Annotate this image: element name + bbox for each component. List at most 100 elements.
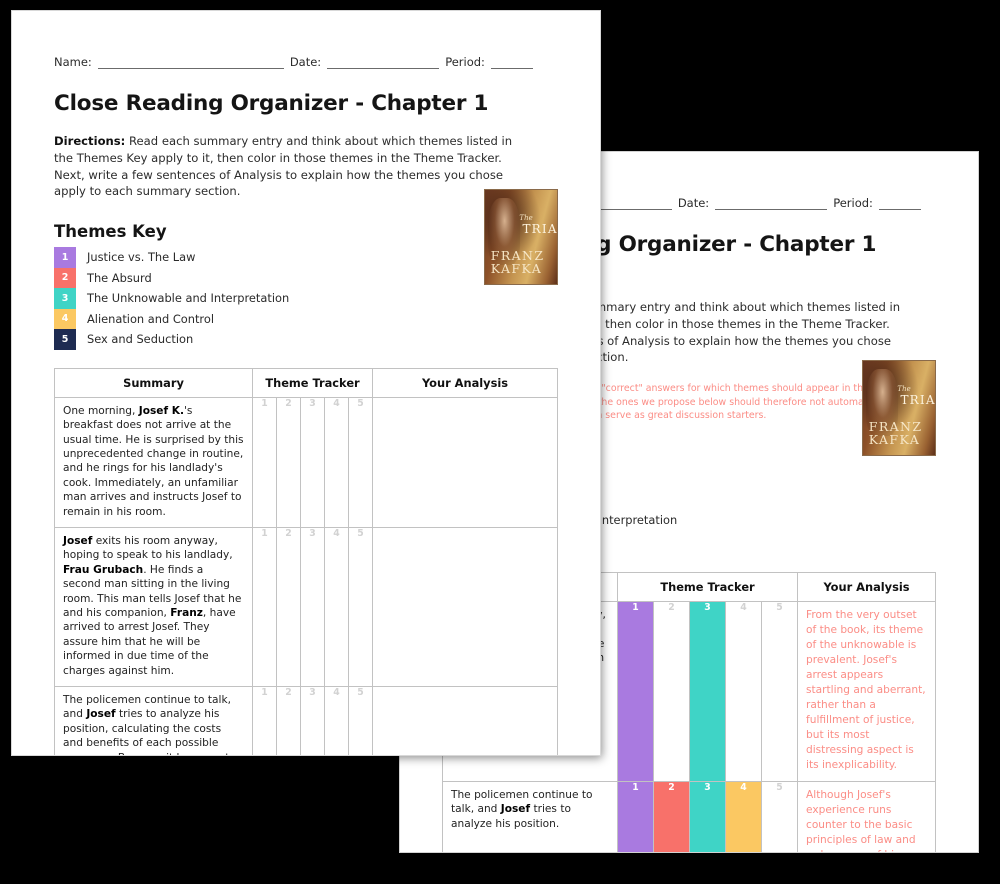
- sample-theme-number-5: 5: [776, 601, 783, 613]
- main-id-line: Name: Date: Period:: [54, 11, 558, 69]
- name-blank[interactable]: [97, 58, 284, 69]
- main-directions-label: Directions:: [54, 134, 126, 148]
- period-blank[interactable]: [878, 199, 921, 210]
- main-organizer-table: Summary Theme Tracker Your Analysis One …: [54, 367, 558, 755]
- sample-theme-number-3: 3: [704, 782, 711, 794]
- main-theme-number-2: 2: [285, 687, 292, 698]
- main-theme-label-4: Alienation and Control: [87, 311, 214, 326]
- main-theme-chip-1: 1: [54, 247, 76, 268]
- main-theme-tracker-cell-2[interactable]: 2: [276, 396, 301, 528]
- main-theme-tracker-cell-3[interactable]: 3: [300, 396, 325, 528]
- sample-theme-tracker-cell-3[interactable]: 3: [689, 600, 726, 783]
- main-theme-number-4: 4: [333, 687, 340, 698]
- sample-theme-number-4: 4: [740, 601, 747, 613]
- header-your-analysis: Your Analysis: [372, 367, 558, 398]
- sample-summary-cell: The policemen continue to talk, and Jose…: [442, 781, 618, 852]
- main-theme-number-1: 1: [261, 397, 268, 409]
- main-directions: Directions: Read each summary entry and …: [54, 133, 529, 200]
- sample-theme-tracker-cell-2[interactable]: 2: [653, 600, 690, 783]
- main-theme-chip-5: 5: [54, 329, 76, 350]
- main-summary-cell: One morning, Josef K.'s breakfast does n…: [54, 396, 253, 528]
- main-theme-tracker-cell-1[interactable]: 1: [252, 526, 277, 688]
- period-blank[interactable]: [490, 58, 533, 69]
- period-label: Period:: [445, 55, 485, 69]
- main-theme-tracker-cell-5[interactable]: 5: [348, 396, 373, 528]
- main-theme-tracker-cell-1[interactable]: 1: [252, 686, 277, 755]
- sample-theme-number-1: 1: [632, 601, 639, 613]
- header-theme-tracker: Theme Tracker: [252, 367, 373, 398]
- sample-theme-tracker-cell-1[interactable]: 1: [617, 600, 654, 783]
- sample-theme-tracker-cell-3[interactable]: 3: [689, 781, 726, 852]
- main-analysis-cell[interactable]: [372, 396, 558, 528]
- sample-theme-number-2: 2: [668, 782, 675, 794]
- main-theme-label-1: Justice vs. The Law: [87, 250, 196, 265]
- sample-theme-tracker-cell-2[interactable]: 2: [653, 781, 690, 852]
- sample-theme-fill-3: [690, 601, 725, 782]
- main-theme-row-2: 2 The Absurd: [54, 267, 558, 289]
- main-themes-key-heading: Themes Key: [54, 222, 167, 242]
- main-theme-row-4: 4 Alienation and Control: [54, 308, 558, 330]
- main-theme-number-4: 4: [333, 397, 340, 409]
- main-theme-chip-2: 2: [54, 267, 76, 289]
- main-theme-number-5: 5: [357, 397, 364, 409]
- sample-analysis-cell[interactable]: From the very outset of the book, its th…: [797, 600, 936, 783]
- date-label: Date:: [289, 55, 322, 69]
- main-theme-number-5: 5: [357, 527, 364, 539]
- main-analysis-cell[interactable]: [372, 686, 558, 755]
- main-theme-tracker-cell-2[interactable]: 2: [276, 686, 301, 755]
- header-your-analysis: Your Analysis: [797, 571, 936, 602]
- main-table-row: One morning, Josef K.'s breakfast does n…: [54, 396, 558, 528]
- main-table-header-row: Summary Theme Tracker Your Analysis: [54, 367, 558, 398]
- main-theme-number-2: 2: [285, 397, 292, 409]
- sample-theme-tracker-cell-5[interactable]: 5: [761, 600, 798, 783]
- date-blank[interactable]: [715, 199, 828, 210]
- name-label: Name:: [54, 55, 92, 69]
- sample-theme-number-5: 5: [776, 782, 783, 794]
- sample-theme-tracker-cell-5[interactable]: 5: [761, 781, 798, 852]
- main-theme-number-2: 2: [285, 527, 292, 539]
- main-theme-number-3: 3: [309, 687, 316, 698]
- sample-theme-fill-1: [618, 601, 653, 782]
- header-summary: Summary: [54, 367, 253, 398]
- main-theme-tracker-cell-1[interactable]: 1: [252, 396, 277, 528]
- main-theme-tracker-cell-3[interactable]: 3: [300, 526, 325, 688]
- main-theme-label-5: Sex and Seduction: [87, 332, 194, 347]
- date-label: Date:: [677, 196, 710, 210]
- date-blank[interactable]: [327, 58, 440, 69]
- main-book-cover-image: The TRIAL FRANZ KAFKA: [484, 189, 558, 285]
- main-table-row: The policemen continue to talk, and Jose…: [54, 686, 558, 755]
- main-theme-tracker-cell-5[interactable]: 5: [348, 686, 373, 755]
- book-author-line-2: KAFKA: [490, 260, 543, 276]
- header-theme-tracker: Theme Tracker: [617, 571, 798, 602]
- sample-analysis-cell[interactable]: Although Josef's experience runs counter…: [797, 781, 936, 852]
- main-theme-number-4: 4: [333, 527, 340, 539]
- sample-theme-tracker-cell-4[interactable]: 4: [725, 600, 762, 783]
- main-theme-chip-3: 3: [54, 288, 76, 309]
- main-theme-label-2: The Absurd: [87, 270, 152, 285]
- main-analysis-cell[interactable]: [372, 526, 558, 688]
- sample-theme-tracker-cell-1[interactable]: 1: [617, 781, 654, 852]
- main-theme-tracker-cell-3[interactable]: 3: [300, 686, 325, 755]
- main-theme-tracker-cell-5[interactable]: 5: [348, 526, 373, 688]
- period-label: Period:: [833, 196, 873, 210]
- main-theme-tracker-cell-2[interactable]: 2: [276, 526, 301, 688]
- book-cover-author: FRANZ KAFKA: [490, 249, 551, 276]
- main-theme-number-5: 5: [357, 687, 364, 698]
- main-summary-cell: The policemen continue to talk, and Jose…: [54, 686, 253, 755]
- main-theme-label-3: The Unknowable and Interpretation: [87, 291, 290, 306]
- main-table-body: One morning, Josef K.'s breakfast does n…: [54, 396, 558, 755]
- main-theme-number-3: 3: [309, 527, 316, 539]
- main-theme-tracker-cell-4[interactable]: 4: [324, 686, 349, 755]
- main-table-row: Josef exits his room anyway, hoping to s…: [54, 526, 558, 688]
- main-theme-row-5: 5 Sex and Seduction: [54, 329, 558, 350]
- main-theme-number-3: 3: [309, 397, 316, 409]
- main-theme-tracker-cell-4[interactable]: 4: [324, 396, 349, 528]
- main-theme-row-1: 1 Justice vs. The Law: [54, 247, 558, 268]
- main-theme-tracker-cell-4[interactable]: 4: [324, 526, 349, 688]
- sample-theme-tracker-cell-4[interactable]: 4: [725, 781, 762, 852]
- main-theme-number-1: 1: [261, 687, 268, 698]
- book-author-line-2: KAFKA: [868, 431, 921, 447]
- sample-theme-number-4: 4: [740, 782, 747, 794]
- sample-table-row: The policemen continue to talk, and Jose…: [442, 781, 936, 852]
- main-summary-cell: Josef exits his room anyway, hoping to s…: [54, 526, 253, 688]
